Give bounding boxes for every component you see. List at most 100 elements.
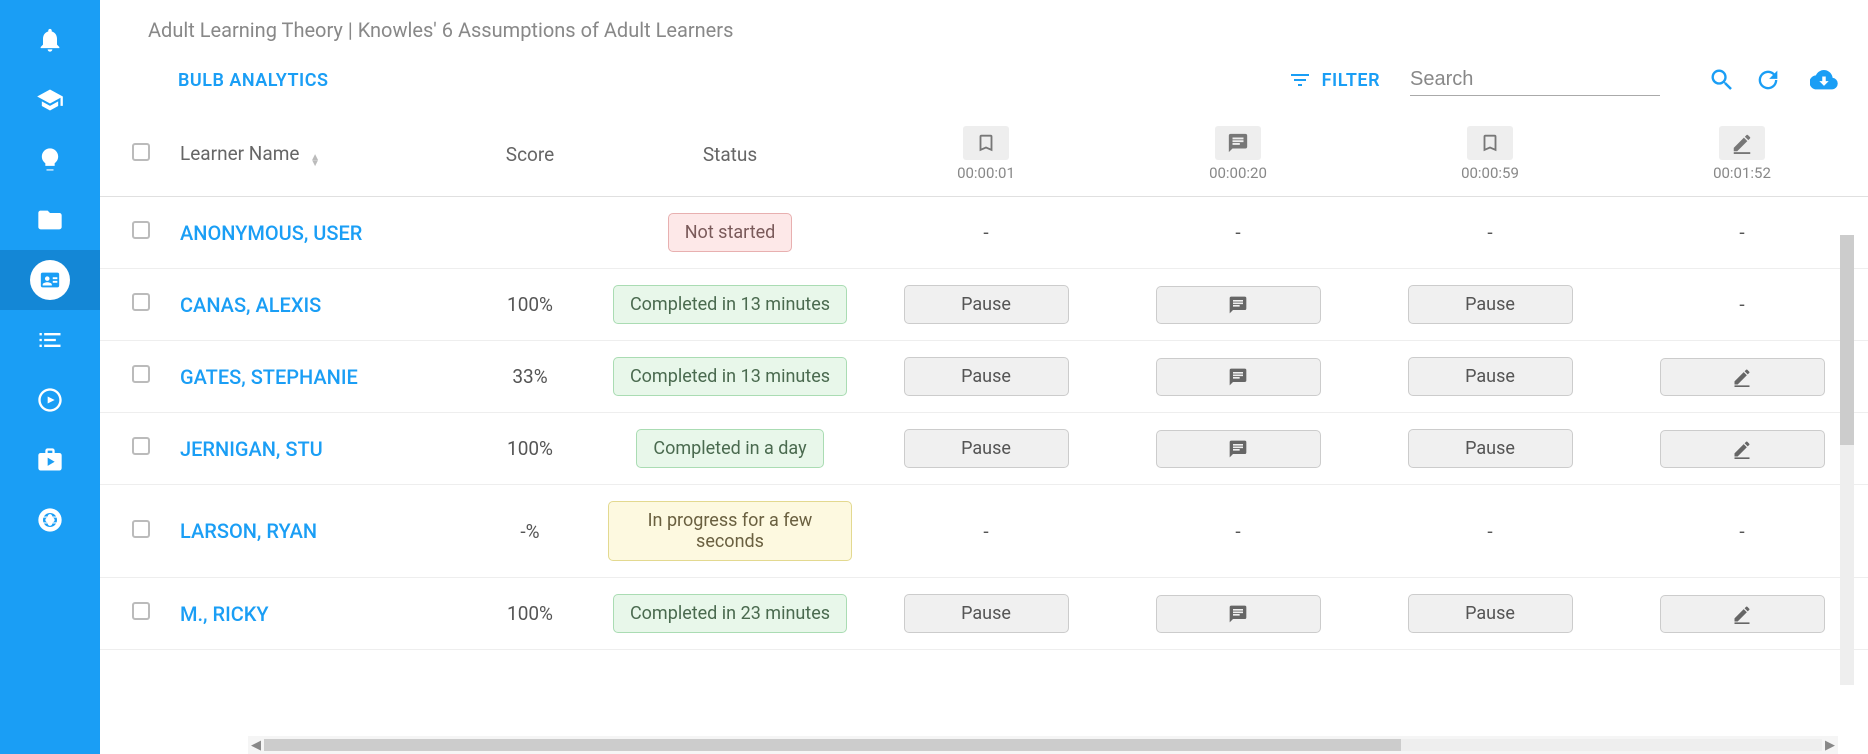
score-cell — [460, 197, 600, 269]
learner-link[interactable]: LARSON, RYAN — [180, 519, 317, 543]
pause-button[interactable]: Pause — [1408, 285, 1573, 324]
table-cell — [100, 578, 160, 650]
row-checkbox[interactable] — [132, 437, 150, 455]
filter-label: FILTER — [1322, 70, 1380, 91]
learner-link[interactable]: ANONYMOUS, USER — [180, 221, 362, 245]
chat-button[interactable] — [1156, 358, 1321, 396]
table-row: LARSON, RYAN -% In progress for a few se… — [100, 485, 1868, 578]
chat-icon — [1228, 439, 1248, 459]
scroll-right-arrow-icon[interactable]: ▶ — [1822, 738, 1838, 753]
edit-button[interactable] — [1660, 430, 1825, 468]
table-cell — [100, 341, 160, 413]
sidebar-item-contacts[interactable] — [0, 250, 100, 310]
status-cell: Completed in a day — [600, 413, 860, 485]
learner-link[interactable]: GATES, STEPHANIE — [180, 365, 358, 389]
cloud-download-icon[interactable] — [1810, 66, 1838, 94]
col-t4-time: 00:01:52 — [1713, 164, 1771, 182]
row-checkbox[interactable] — [132, 602, 150, 620]
row-checkbox[interactable] — [132, 365, 150, 383]
chat-icon — [1228, 604, 1248, 624]
chat-button[interactable] — [1156, 430, 1321, 468]
edit-underline-icon — [1732, 604, 1752, 624]
pause-button[interactable]: Pause — [1408, 357, 1573, 396]
table-cell — [100, 413, 160, 485]
table-cell: Pause — [860, 269, 1112, 341]
learners-table: Learner Name ▲▼ Score Status 00:00:01 00… — [100, 112, 1868, 650]
col-t3[interactable]: 00:00:59 — [1364, 112, 1616, 197]
sidebar-item-education[interactable] — [0, 70, 100, 130]
bookmark-icon — [975, 132, 997, 154]
sidebar-item-shop[interactable] — [0, 430, 100, 490]
table-cell: - — [1616, 269, 1868, 341]
edit-button[interactable] — [1660, 595, 1825, 633]
edit-button[interactable] — [1660, 358, 1825, 396]
pause-button[interactable]: Pause — [1408, 429, 1573, 468]
sidebar-item-play[interactable] — [0, 370, 100, 430]
table-cell — [100, 197, 160, 269]
table-cell: Pause — [1364, 578, 1616, 650]
pause-button[interactable]: Pause — [1408, 594, 1573, 633]
table-cell: - — [1364, 485, 1616, 578]
pause-button[interactable]: Pause — [904, 357, 1069, 396]
sidebar-item-files[interactable] — [0, 190, 100, 250]
vertical-scrollbar[interactable] — [1840, 235, 1854, 685]
sidebar-item-support[interactable] — [0, 490, 100, 550]
edit-underline-icon — [1731, 132, 1753, 154]
table-cell: Pause — [1364, 341, 1616, 413]
pause-button[interactable]: Pause — [904, 285, 1069, 324]
pause-button[interactable]: Pause — [904, 594, 1069, 633]
section-heading[interactable]: BULB ANALYTICS — [178, 70, 328, 91]
lightbulb-icon — [36, 146, 64, 174]
learner-link[interactable]: M., RICKY — [180, 602, 269, 626]
col-status[interactable]: Status — [600, 112, 860, 197]
page-title: Adult Learning Theory | Knowles' 6 Assum… — [100, 0, 1868, 54]
col-t2-time: 00:00:20 — [1209, 164, 1267, 182]
table-cell — [1112, 413, 1364, 485]
status-badge: Completed in 23 minutes — [613, 594, 847, 633]
sidebar-item-notifications[interactable] — [0, 10, 100, 70]
score-cell: 100% — [460, 269, 600, 341]
search-input[interactable] — [1410, 64, 1675, 95]
chat-icon — [1228, 295, 1248, 315]
pause-button[interactable]: Pause — [904, 429, 1069, 468]
row-checkbox[interactable] — [132, 293, 150, 311]
col-t3-time: 00:00:59 — [1461, 164, 1519, 182]
help-ring-icon — [36, 506, 64, 534]
sidebar-item-bulb[interactable] — [0, 130, 100, 190]
table-cell: - — [1112, 485, 1364, 578]
col-learner-label: Learner Name — [180, 142, 299, 165]
table-row: JERNIGAN, STU 100% Completed in a day Pa… — [100, 413, 1868, 485]
score-cell: -% — [460, 485, 600, 578]
row-checkbox[interactable] — [132, 221, 150, 239]
search-field[interactable] — [1410, 64, 1660, 96]
vscroll-thumb[interactable] — [1840, 235, 1854, 445]
list-icon — [36, 326, 64, 354]
table-cell: GATES, STEPHANIE — [160, 341, 460, 413]
chat-button[interactable] — [1156, 595, 1321, 633]
select-all-checkbox[interactable] — [132, 143, 150, 161]
col-t2[interactable]: 00:00:20 — [1112, 112, 1364, 197]
learner-link[interactable]: JERNIGAN, STU — [180, 437, 323, 461]
table-cell: JERNIGAN, STU — [160, 413, 460, 485]
chat-icon — [1228, 367, 1248, 387]
col-score[interactable]: Score — [460, 112, 600, 197]
row-checkbox[interactable] — [132, 520, 150, 538]
chat-button[interactable] — [1156, 286, 1321, 324]
col-t1[interactable]: 00:00:01 — [860, 112, 1112, 197]
status-cell: Completed in 13 minutes — [600, 269, 860, 341]
learner-link[interactable]: CANAS, ALEXIS — [180, 293, 321, 317]
search-icon[interactable] — [1708, 66, 1736, 94]
scroll-track[interactable] — [264, 739, 1822, 751]
sidebar-item-playlist[interactable] — [0, 310, 100, 370]
table-row: CANAS, ALEXIS 100% Completed in 13 minut… — [100, 269, 1868, 341]
col-t4[interactable]: 00:01:52 — [1616, 112, 1868, 197]
scroll-left-arrow-icon[interactable]: ◀ — [248, 738, 264, 753]
col-learner[interactable]: Learner Name ▲▼ — [160, 112, 460, 197]
grad-cap-icon — [36, 86, 64, 114]
refresh-icon[interactable] — [1754, 66, 1782, 94]
horizontal-scrollbar[interactable]: ◀ ▶ — [248, 736, 1838, 754]
bookmark-icon — [1479, 132, 1501, 154]
filter-button[interactable]: FILTER — [1288, 68, 1380, 92]
scroll-thumb[interactable] — [264, 739, 1401, 751]
col-t1-time: 00:00:01 — [957, 164, 1015, 182]
